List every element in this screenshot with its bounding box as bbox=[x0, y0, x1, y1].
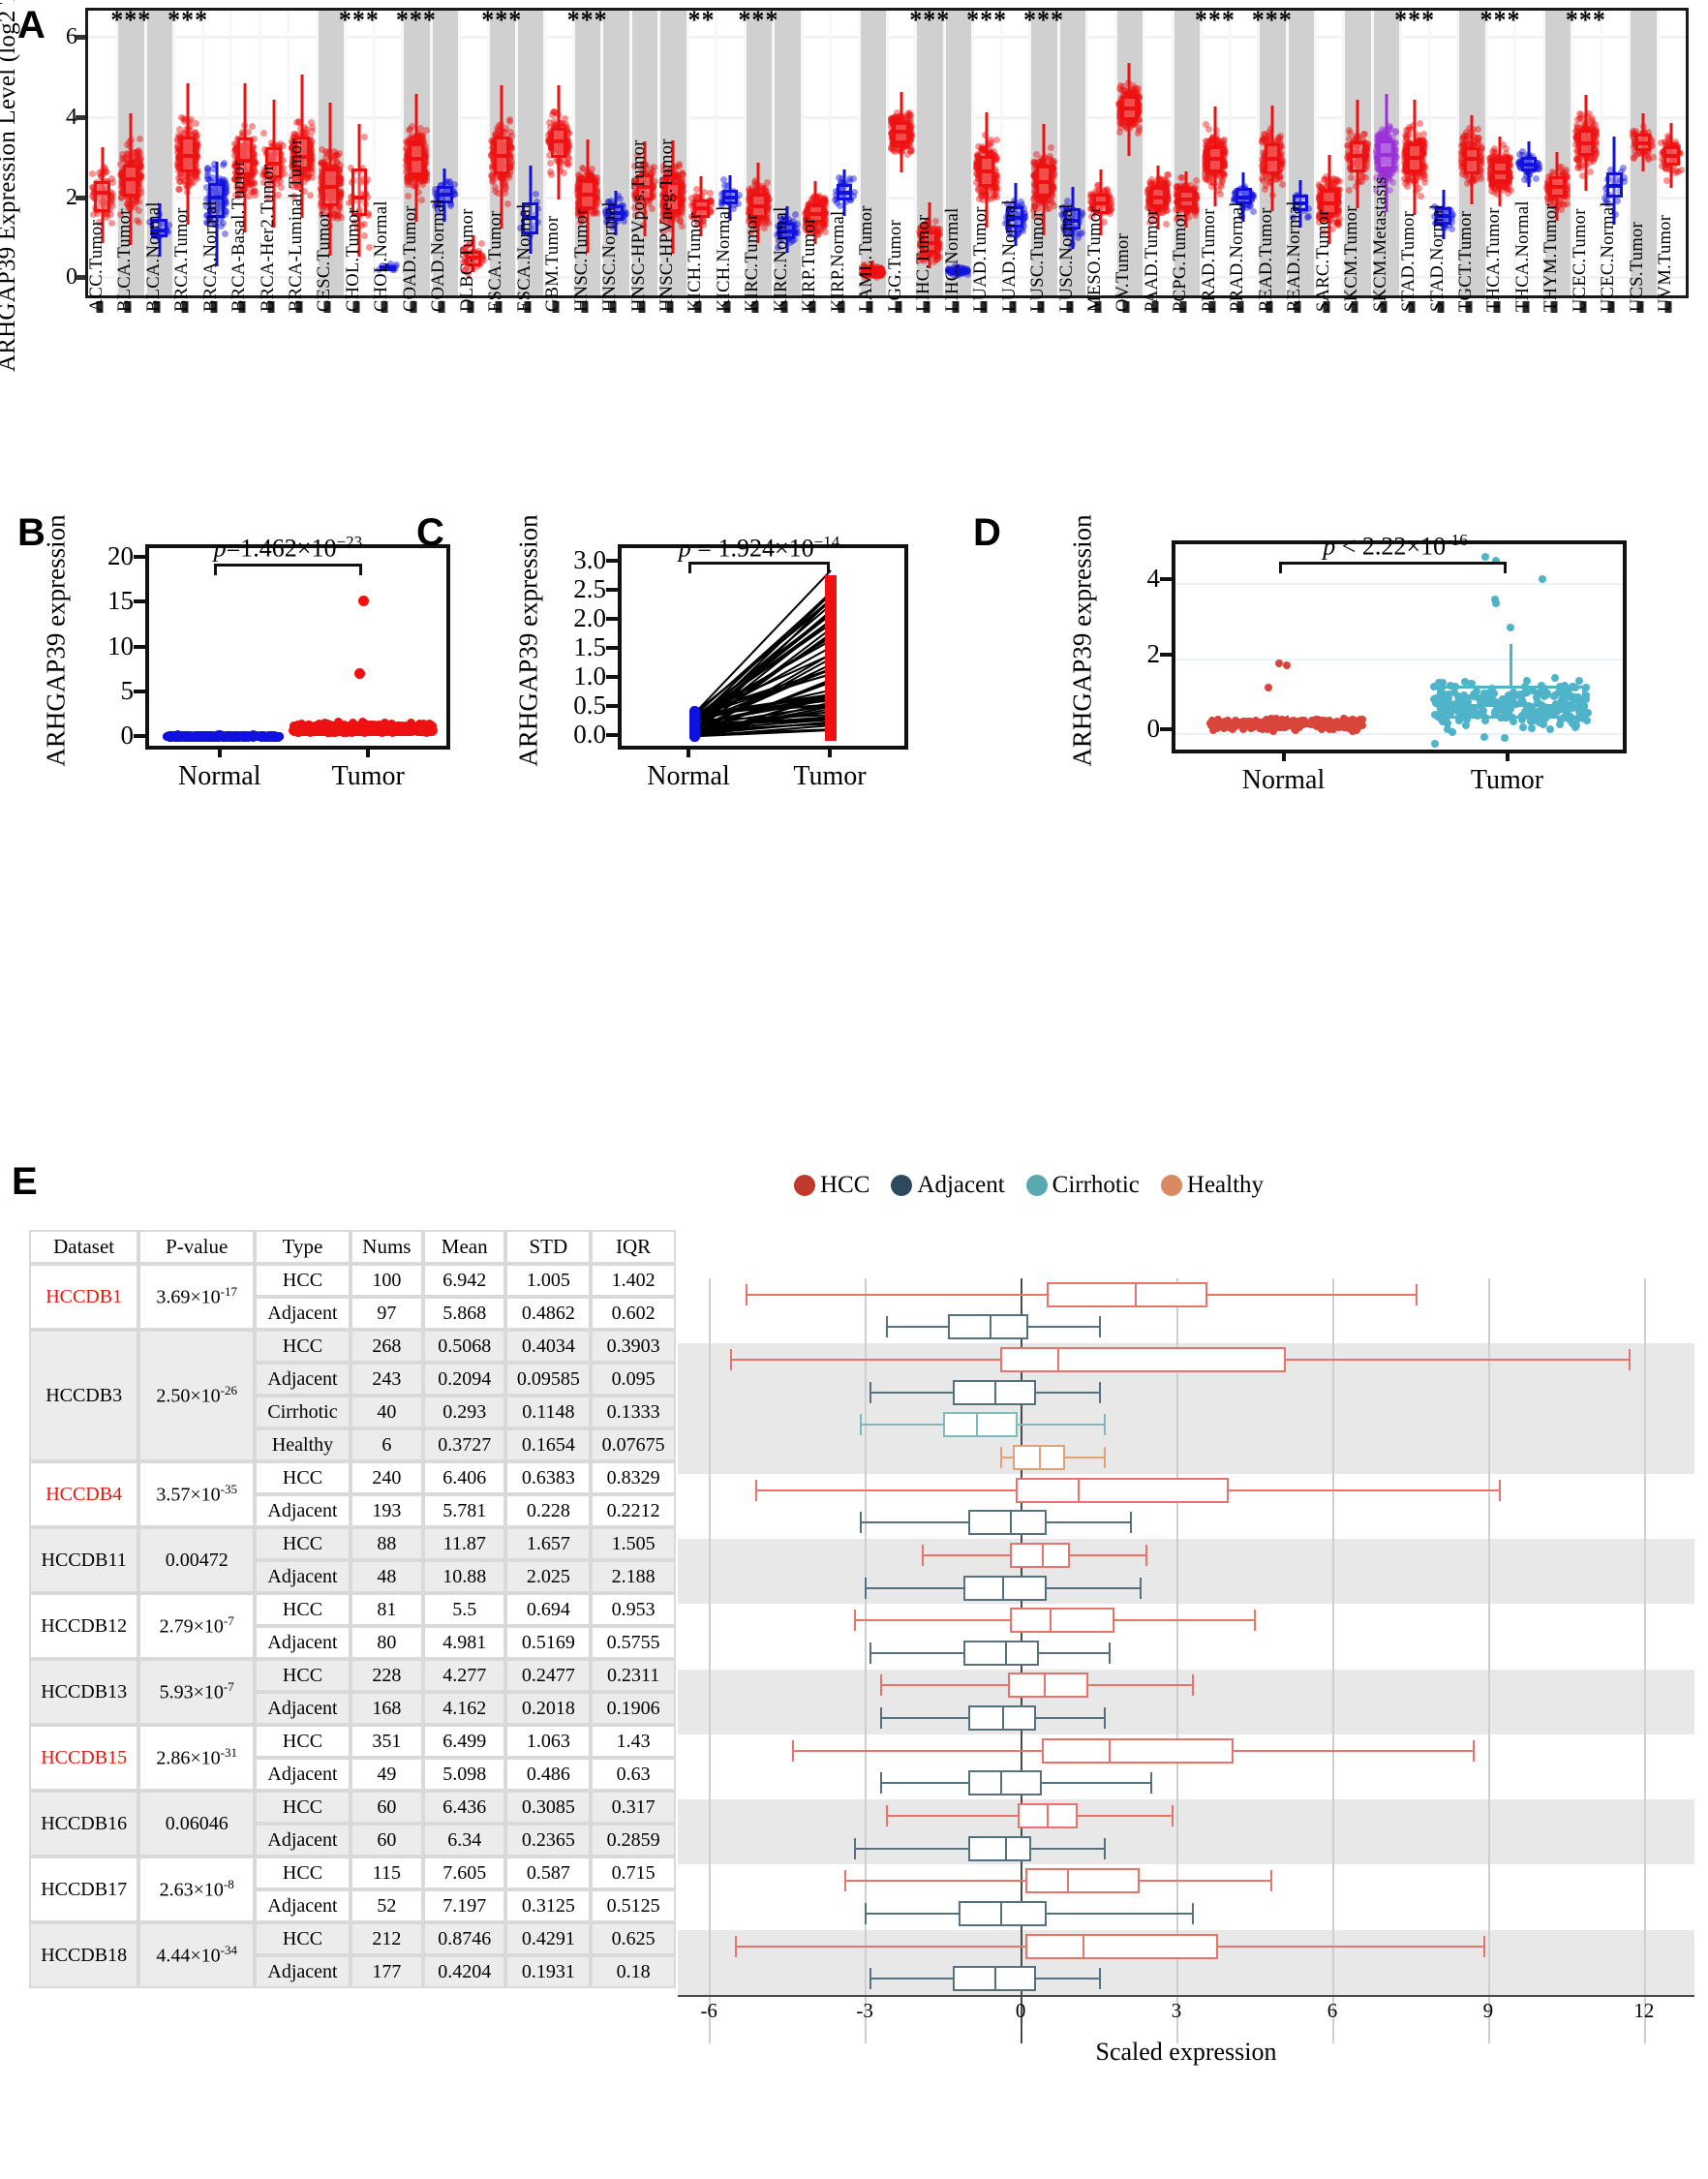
median-line bbox=[94, 191, 110, 196]
median-line bbox=[1092, 200, 1110, 205]
median-line bbox=[750, 203, 767, 208]
median-line bbox=[808, 211, 824, 216]
median-line bbox=[322, 185, 339, 190]
median-line bbox=[437, 193, 453, 198]
y-tick-label: 4 bbox=[66, 104, 77, 130]
median-line bbox=[351, 196, 368, 200]
median-line bbox=[179, 154, 197, 159]
panel-a-y-axis-label: ARHGAP39 Expression Level (log2 TPM) bbox=[0, 0, 20, 373]
median-line bbox=[408, 157, 425, 162]
median-line bbox=[836, 190, 853, 195]
y-tick-label: 6 bbox=[66, 23, 77, 49]
median-line bbox=[721, 195, 739, 199]
panel-a: A ARHGAP39 Expression Level (log2 TPM) 0… bbox=[0, 0, 1708, 504]
y-tick-label: 2 bbox=[66, 184, 77, 210]
box bbox=[94, 180, 110, 213]
median-line bbox=[978, 169, 995, 173]
median-line bbox=[693, 206, 710, 211]
median-line bbox=[122, 176, 139, 181]
median-line bbox=[493, 154, 510, 159]
y-tick-label: 0 bbox=[66, 264, 77, 291]
median-line bbox=[893, 130, 909, 135]
median-line bbox=[1035, 179, 1052, 184]
median-line bbox=[550, 139, 567, 144]
median-line bbox=[579, 193, 595, 198]
median-line bbox=[208, 196, 225, 200]
